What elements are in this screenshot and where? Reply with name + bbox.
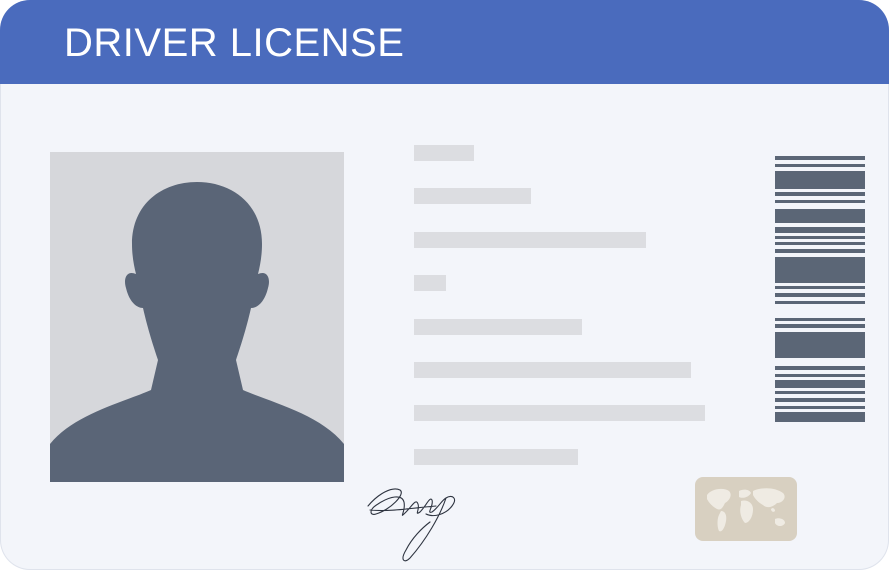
info-line-6 [414, 362, 691, 378]
info-line-7 [414, 405, 705, 421]
info-line-1 [414, 145, 474, 161]
info-line-4 [414, 275, 446, 291]
world-map-hologram-icon [707, 488, 785, 532]
photo-placeholder [50, 152, 344, 482]
signature-scribble [367, 488, 455, 562]
driver-license-card: DRIVER LICENSE [0, 0, 889, 570]
info-line-8 [414, 449, 578, 465]
person-silhouette-icon [50, 182, 344, 482]
card-title: DRIVER LICENSE [64, 21, 405, 65]
info-line-3 [414, 232, 646, 248]
barcode-icon [775, 156, 865, 422]
hologram-chip [695, 477, 797, 541]
info-line-5 [414, 319, 582, 335]
card-header-bar: DRIVER LICENSE [0, 0, 889, 84]
info-line-2 [414, 188, 531, 204]
